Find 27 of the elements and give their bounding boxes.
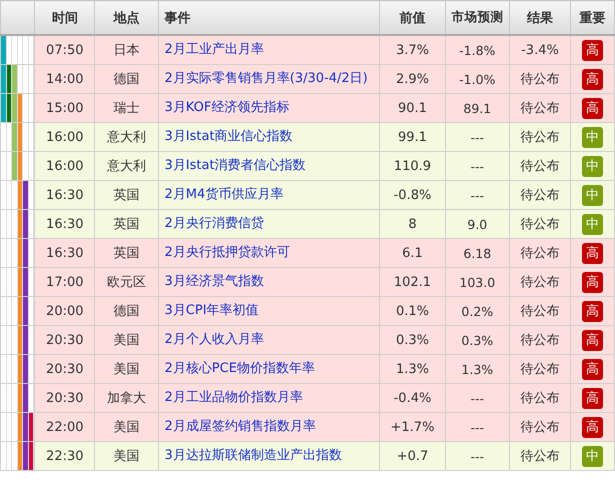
column-header: 地点 <box>94 0 158 35</box>
location-cell: 美国 <box>94 442 158 470</box>
importance-badge: 高 <box>582 272 603 292</box>
time-cell: 22:30 <box>34 442 95 470</box>
importance-badge: 中 <box>582 214 603 234</box>
importance-badge: 高 <box>582 388 603 408</box>
importance-badge: 高 <box>582 242 603 264</box>
previous-value-cell: +0.7 <box>380 442 446 470</box>
column-header: 市场预测 <box>445 0 510 35</box>
importance-badge: 高 <box>582 98 603 118</box>
column-header: 时间 <box>34 0 95 35</box>
importance-badge: 高 <box>582 300 603 322</box>
importance-badge: 高 <box>582 40 603 60</box>
column-header: 前值 <box>380 0 446 35</box>
result-cell: 待公布 <box>509 442 571 470</box>
importance-badge: 高 <box>582 68 603 90</box>
forecast-cell: --- <box>445 442 510 470</box>
importance-badge: 高 <box>582 358 603 380</box>
importance-badge: 中 <box>582 126 603 148</box>
importance-badge: 中 <box>582 184 603 206</box>
importance-badge: 中 <box>582 446 603 466</box>
importance-badge: 高 <box>582 330 603 350</box>
importance-badge: 高 <box>582 416 603 438</box>
column-header: 重要 <box>570 0 614 35</box>
column-header: 事件 <box>158 0 380 35</box>
importance-badge: 中 <box>582 156 603 176</box>
column-header: 结果 <box>509 0 571 35</box>
